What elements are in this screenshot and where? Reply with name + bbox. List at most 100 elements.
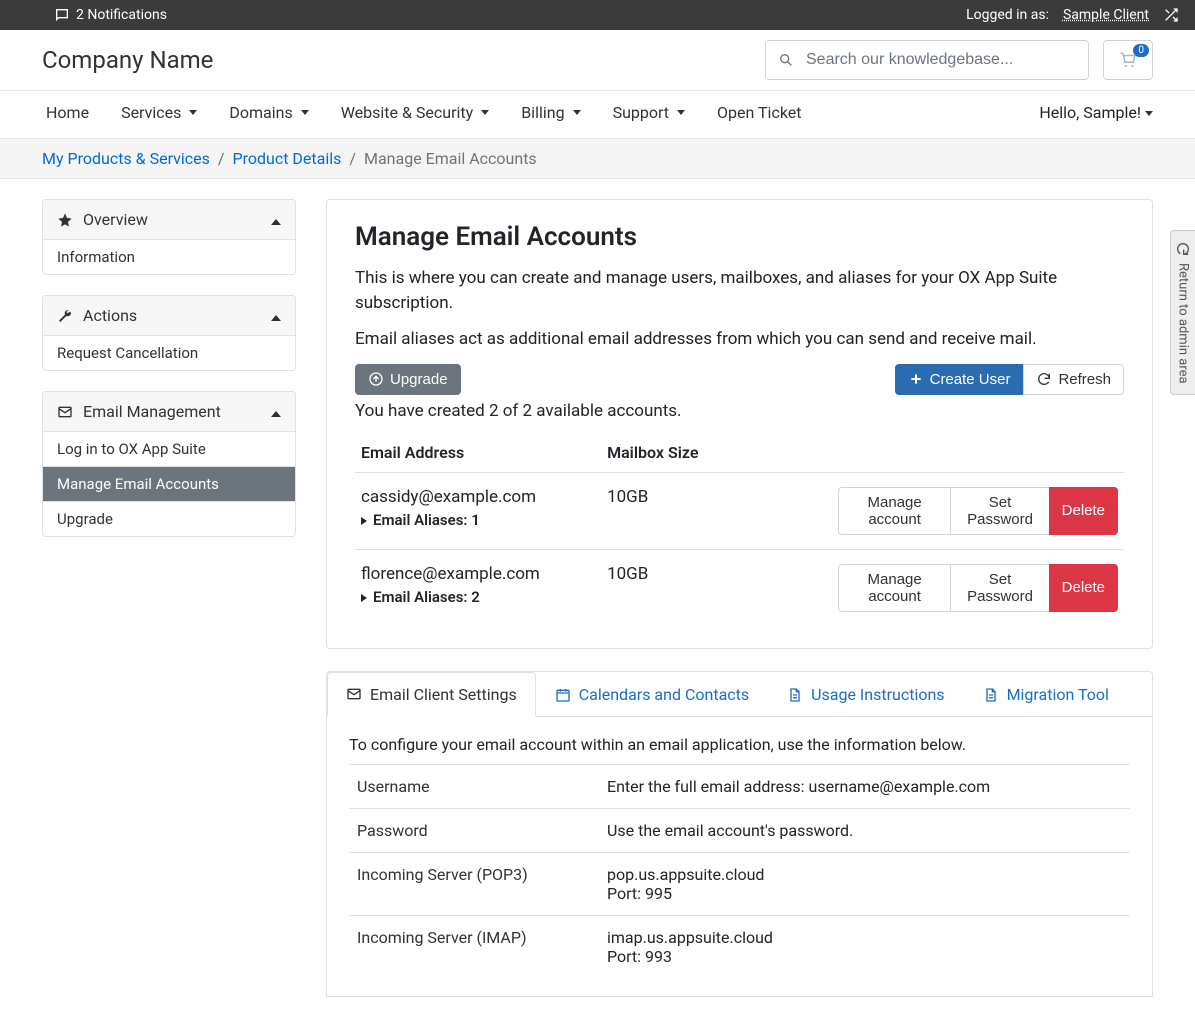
create-user-label: Create User — [930, 371, 1011, 388]
panel-actions-title: Actions — [83, 306, 137, 325]
client-name-link[interactable]: Sample Client — [1063, 7, 1149, 23]
tab-usage-instructions[interactable]: Usage Instructions — [768, 672, 963, 717]
sidebar-item-log-in-to-ox-app-suite[interactable]: Log in to OX App Suite — [43, 432, 295, 467]
aliases-toggle[interactable]: Email Aliases: 1 — [361, 511, 595, 529]
mailbox-size: 10GB — [601, 472, 832, 549]
settings-row: UsernameEnter the full email address: us… — [349, 764, 1130, 808]
page-title: Manage Email Accounts — [355, 222, 1124, 252]
breadcrumb-products[interactable]: My Products & Services — [42, 149, 210, 168]
tab-label: Usage Instructions — [811, 685, 944, 704]
status-line: You have created 2 of 2 available accoun… — [355, 401, 1124, 421]
chevron-up-icon — [271, 402, 281, 421]
create-user-button[interactable]: Create User — [895, 364, 1024, 395]
nav-item-billing[interactable]: Billing — [517, 97, 584, 128]
manage-account-button[interactable]: Manage account — [838, 487, 951, 535]
settings-row: PasswordUse the email account's password… — [349, 808, 1130, 852]
table-row: florence@example.com Email Aliases: 2 10GB… — [355, 549, 1124, 626]
nav-item-open-ticket[interactable]: Open Ticket — [713, 97, 805, 128]
nav: Home Services Domains Website & Security Bil… — [0, 91, 1195, 139]
tab-calendars-and-contacts[interactable]: Calendars and Contacts — [536, 672, 768, 717]
search-input[interactable] — [806, 51, 1088, 69]
nav-item-home[interactable]: Home — [42, 97, 93, 128]
settings-row: Incoming Server (IMAP)imap.us.appsuite.c… — [349, 915, 1130, 978]
aliases-toggle[interactable]: Email Aliases: 2 — [361, 588, 595, 606]
cart-button[interactable]: 0 — [1103, 40, 1153, 80]
refresh-label: Refresh — [1058, 371, 1111, 388]
comment-icon — [54, 7, 70, 23]
delete-button[interactable]: Delete — [1049, 487, 1118, 535]
main: Manage Email Accounts This is where you … — [326, 199, 1153, 997]
return-to-admin[interactable]: Return to admin area — [1170, 230, 1195, 395]
chevron-up-icon — [271, 210, 281, 229]
tab-icon — [346, 686, 362, 702]
settings-label: Incoming Server (POP3) — [349, 852, 599, 915]
tab-email-client-settings[interactable]: Email Client Settings — [327, 672, 536, 717]
panel-email: Email Management Log in to OX App SuiteM… — [42, 391, 296, 537]
panel-email-head[interactable]: Email Management — [43, 392, 295, 432]
notifications-link[interactable]: 2 Notifications — [76, 7, 167, 23]
intro-2: Email aliases act as additional email ad… — [355, 327, 1124, 352]
plus-icon — [908, 371, 924, 387]
sidebar-item-upgrade[interactable]: Upgrade — [43, 502, 295, 536]
header: Company Name 0 — [0, 30, 1195, 91]
col-size: Mailbox Size — [601, 433, 832, 473]
manage-account-button[interactable]: Manage account — [838, 564, 951, 612]
aliases-label: Email Aliases: 1 — [373, 511, 480, 529]
settings-value: Enter the full email address: username@e… — [599, 764, 1130, 808]
wrench-icon — [57, 308, 73, 324]
settings-row: Incoming Server (POP3)pop.us.appsuite.cl… — [349, 852, 1130, 915]
shuffle-icon[interactable] — [1163, 7, 1179, 23]
refresh-icon — [1175, 241, 1191, 257]
set-password-button[interactable]: Set Password — [950, 564, 1048, 612]
settings-label: Username — [349, 764, 599, 808]
upload-icon — [368, 371, 384, 387]
panel-actions-head[interactable]: Actions — [43, 296, 295, 336]
search-box[interactable] — [765, 40, 1089, 80]
mailbox-size: 10GB — [601, 549, 832, 626]
panel-actions: Actions Request Cancellation — [42, 295, 296, 371]
chevron-right-icon — [361, 588, 369, 606]
settings-value: pop.us.appsuite.cloudPort: 995 — [599, 852, 1130, 915]
sidebar-item-information[interactable]: Information — [43, 240, 295, 274]
nav-item-services[interactable]: Services — [117, 97, 201, 128]
panel-overview: Overview Information — [42, 199, 296, 275]
panel-overview-title: Overview — [83, 210, 148, 229]
manage-card: Manage Email Accounts This is where you … — [326, 199, 1153, 649]
breadcrumb-details[interactable]: Product Details — [233, 149, 342, 168]
tab-migration-tool[interactable]: Migration Tool — [964, 672, 1128, 717]
account-email: florence@example.com — [361, 564, 595, 584]
sidebar-item-cancellation[interactable]: Request Cancellation — [43, 336, 295, 370]
delete-button[interactable]: Delete — [1049, 564, 1118, 612]
upgrade-button[interactable]: Upgrade — [355, 364, 461, 395]
return-to-admin-label: Return to admin area — [1176, 263, 1191, 384]
search-icon — [766, 52, 806, 68]
settings-label: Password — [349, 808, 599, 852]
breadcrumb-separator: / — [218, 149, 225, 168]
tabs-card: Email Client SettingsCalendars and Conta… — [326, 671, 1153, 997]
breadcrumb-current: Manage Email Accounts — [364, 149, 537, 168]
settings-value: Use the email account's password. — [599, 808, 1130, 852]
sidebar: Overview Information Actions Request Can… — [42, 199, 296, 557]
nav-greeting[interactable]: Hello, Sample! — [1039, 103, 1153, 122]
refresh-button[interactable]: Refresh — [1023, 364, 1124, 395]
tab-icon — [555, 687, 571, 703]
breadcrumb: My Products & Services / Product Details… — [0, 139, 1195, 179]
table-row: cassidy@example.comEmail Aliases: 110GBM… — [355, 472, 1124, 549]
upgrade-button-label: Upgrade — [390, 371, 448, 388]
settings-value: imap.us.appsuite.cloudPort: 993 — [599, 915, 1130, 978]
set-password-button[interactable]: Set Password — [950, 487, 1048, 535]
accounts-table: Email Address Mailbox Size cassidy@examp… — [355, 433, 1124, 626]
sidebar-item-manage-email-accounts[interactable]: Manage Email Accounts — [43, 467, 295, 502]
settings-label: Incoming Server (IMAP) — [349, 915, 599, 978]
cart-badge: 0 — [1133, 44, 1149, 57]
topbar: 2 Notifications Logged in as: Sample Cli… — [0, 0, 1195, 30]
tab-icon — [787, 687, 803, 703]
nav-item-website-security[interactable]: Website & Security — [337, 97, 493, 128]
nav-item-support[interactable]: Support — [609, 97, 689, 128]
tab-label: Migration Tool — [1007, 685, 1109, 704]
panel-overview-head[interactable]: Overview — [43, 200, 295, 240]
nav-item-domains[interactable]: Domains — [225, 97, 312, 128]
brand[interactable]: Company Name — [42, 46, 213, 74]
tab-bar: Email Client SettingsCalendars and Conta… — [327, 672, 1152, 717]
chevron-right-icon — [361, 511, 369, 529]
